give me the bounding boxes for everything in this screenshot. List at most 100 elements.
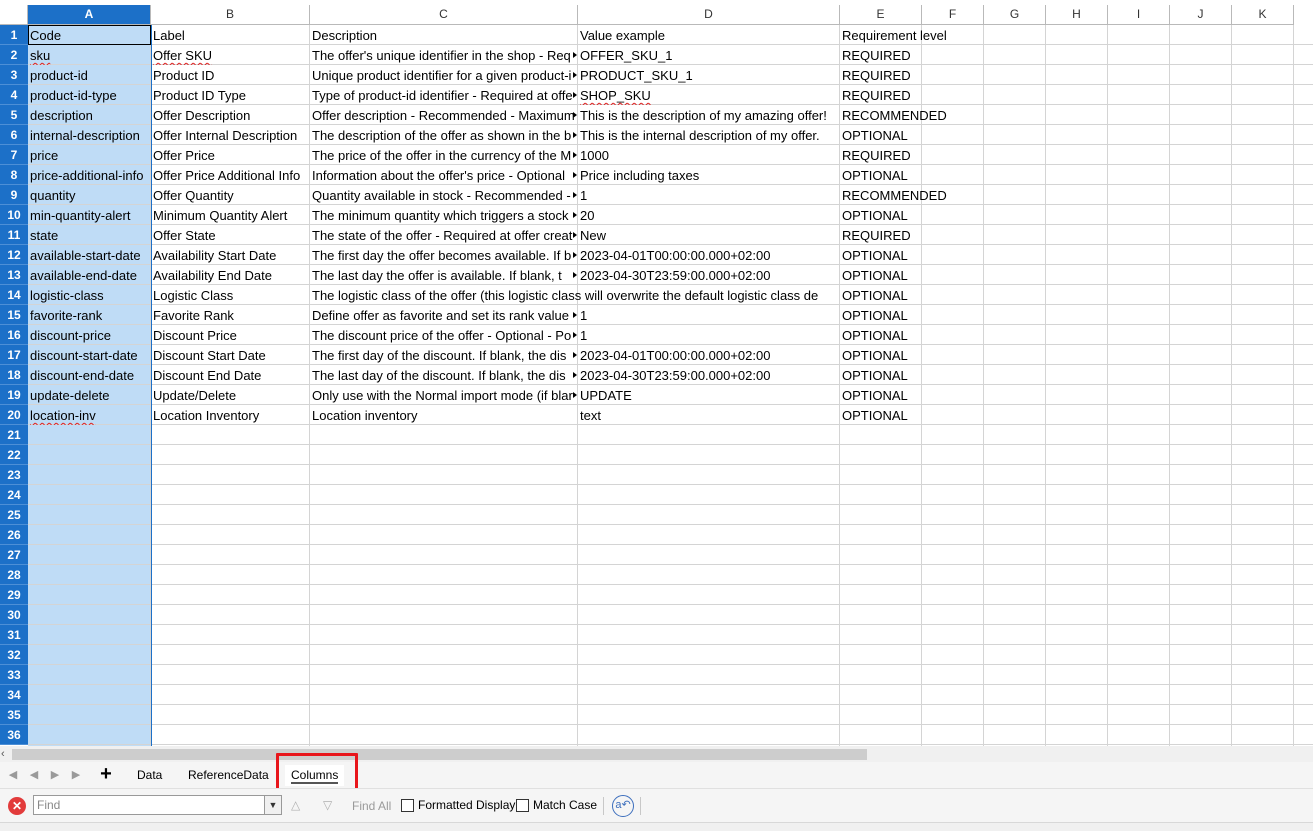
- row-header[interactable]: 18: [0, 365, 28, 385]
- table-cell[interactable]: Favorite Rank: [151, 305, 310, 325]
- column-header-c[interactable]: C: [310, 5, 578, 25]
- table-cell[interactable]: OPTIONAL: [840, 125, 922, 145]
- table-cell[interactable]: OPTIONAL: [840, 385, 922, 405]
- table-cell[interactable]: Discount Start Date: [151, 345, 310, 365]
- table-cell[interactable]: REQUIRED: [840, 225, 922, 245]
- table-cell[interactable]: Location Inventory: [151, 405, 310, 425]
- column-header-f[interactable]: F: [922, 5, 984, 25]
- sheet-tab-referencedata[interactable]: ReferenceData: [182, 765, 275, 786]
- table-cell[interactable]: Location inventory: [310, 405, 578, 425]
- table-cell[interactable]: The offer's unique identifier in the sho…: [310, 45, 578, 65]
- column-header-e[interactable]: E: [840, 5, 922, 25]
- table-cell[interactable]: discount-end-date: [28, 365, 151, 385]
- table-cell[interactable]: Define offer as favorite and set its ran…: [310, 305, 578, 325]
- table-cell[interactable]: Information about the offer's price - Op…: [310, 165, 578, 185]
- table-cell[interactable]: price: [28, 145, 151, 165]
- row-header[interactable]: 25: [0, 505, 28, 525]
- row-header[interactable]: 9: [0, 185, 28, 205]
- row-header[interactable]: 22: [0, 445, 28, 465]
- spreadsheet-grid[interactable]: A B C D E F G H I J K 1 2 3 4 5 6 7 8 9 10 11 12 13 14 15 16 17 18 19…: [0, 0, 1313, 746]
- table-cell[interactable]: This is the description of my amazing of…: [578, 105, 840, 125]
- table-cell[interactable]: description: [28, 105, 151, 125]
- table-cell[interactable]: The first day the offer becomes availabl…: [310, 245, 578, 265]
- table-cell[interactable]: sku: [28, 45, 151, 65]
- table-cell[interactable]: PRODUCT_SKU_1: [578, 65, 840, 85]
- row-header[interactable]: 29: [0, 585, 28, 605]
- row-header[interactable]: 4: [0, 85, 28, 105]
- table-cell[interactable]: OPTIONAL: [840, 285, 922, 305]
- table-cell[interactable]: available-start-date: [28, 245, 151, 265]
- table-cell[interactable]: price-additional-info: [28, 165, 151, 185]
- match-case-checkbox[interactable]: [516, 799, 529, 812]
- table-cell[interactable]: OPTIONAL: [840, 265, 922, 285]
- table-cell[interactable]: OPTIONAL: [840, 325, 922, 345]
- close-find-toolbar-icon[interactable]: ✕: [8, 797, 26, 815]
- scroll-left-icon[interactable]: ‹: [1, 747, 5, 761]
- table-cell[interactable]: REQUIRED: [840, 145, 922, 165]
- find-and-replace-icon[interactable]: a↶: [612, 795, 634, 817]
- table-cell[interactable]: Logistic Class: [151, 285, 310, 305]
- next-sheet-icon[interactable]: ▶: [46, 767, 64, 783]
- table-cell[interactable]: The description of the offer as shown in…: [310, 125, 578, 145]
- table-cell[interactable]: Offer Price Additional Info: [151, 165, 310, 185]
- row-header[interactable]: 14: [0, 285, 28, 305]
- table-cell[interactable]: 1: [578, 325, 840, 345]
- row-header[interactable]: 12: [0, 245, 28, 265]
- table-cell[interactable]: Discount End Date: [151, 365, 310, 385]
- column-header-j[interactable]: J: [1170, 5, 1232, 25]
- row-header[interactable]: 6: [0, 125, 28, 145]
- table-cell[interactable]: The first day of the discount. If blank,…: [310, 345, 578, 365]
- row-header[interactable]: 20: [0, 405, 28, 425]
- table-cell[interactable]: REQUIRED: [840, 85, 922, 105]
- table-cell[interactable]: Availability End Date: [151, 265, 310, 285]
- row-header[interactable]: 11: [0, 225, 28, 245]
- row-header[interactable]: 35: [0, 705, 28, 725]
- table-cell[interactable]: The minimum quantity which triggers a st…: [310, 205, 578, 225]
- last-sheet-icon[interactable]: ▶: [67, 767, 85, 783]
- table-cell[interactable]: 2023-04-01T00:00:00.000+02:00: [578, 345, 840, 365]
- row-header[interactable]: 28: [0, 565, 28, 585]
- column-header-h[interactable]: H: [1046, 5, 1108, 25]
- table-cell[interactable]: New: [578, 225, 840, 245]
- table-cell[interactable]: internal-description: [28, 125, 151, 145]
- table-cell[interactable]: RECOMMENDED: [840, 185, 947, 205]
- row-header[interactable]: 21: [0, 425, 28, 445]
- column-header-b[interactable]: B: [151, 5, 310, 25]
- row-header[interactable]: 36: [0, 725, 28, 745]
- table-cell[interactable]: discount-start-date: [28, 345, 151, 365]
- table-cell[interactable]: OPTIONAL: [840, 245, 922, 265]
- table-cell[interactable]: Label: [151, 25, 310, 45]
- table-cell[interactable]: favorite-rank: [28, 305, 151, 325]
- table-cell[interactable]: Requirement level: [840, 25, 947, 45]
- table-cell[interactable]: Product ID: [151, 65, 310, 85]
- table-cell[interactable]: location-inv: [28, 405, 151, 425]
- find-history-dropdown-icon[interactable]: ▼: [265, 795, 282, 815]
- table-cell[interactable]: Product ID Type: [151, 85, 310, 105]
- column-header-g[interactable]: G: [984, 5, 1046, 25]
- row-header[interactable]: 5: [0, 105, 28, 125]
- table-cell[interactable]: The price of the offer in the currency o…: [310, 145, 578, 165]
- row-header[interactable]: 2: [0, 45, 28, 65]
- table-cell[interactable]: 2023-04-01T00:00:00.000+02:00: [578, 245, 840, 265]
- row-header[interactable]: 10: [0, 205, 28, 225]
- table-cell[interactable]: Price including taxes: [578, 165, 840, 185]
- table-cell[interactable]: OPTIONAL: [840, 365, 922, 385]
- table-cell[interactable]: 2023-04-30T23:59:00.000+02:00: [578, 365, 840, 385]
- row-header[interactable]: 26: [0, 525, 28, 545]
- add-sheet-button[interactable]: +: [97, 764, 115, 784]
- table-cell[interactable]: OPTIONAL: [840, 165, 922, 185]
- table-cell[interactable]: Code: [28, 25, 151, 45]
- table-cell[interactable]: 1: [578, 185, 840, 205]
- table-cell[interactable]: The state of the offer - Required at off…: [310, 225, 578, 245]
- table-cell[interactable]: 1000: [578, 145, 840, 165]
- column-header-a[interactable]: A: [28, 5, 151, 25]
- row-header[interactable]: 27: [0, 545, 28, 565]
- table-cell[interactable]: logistic-class: [28, 285, 151, 305]
- table-cell[interactable]: The last day of the discount. If blank, …: [310, 365, 578, 385]
- find-next-icon[interactable]: ▽: [323, 798, 332, 812]
- table-cell[interactable]: Unique product identifier for a given pr…: [310, 65, 578, 85]
- table-cell[interactable]: Value example: [578, 25, 840, 45]
- row-header[interactable]: 30: [0, 605, 28, 625]
- table-cell[interactable]: Offer SKU: [151, 45, 310, 65]
- table-cell[interactable]: min-quantity-alert: [28, 205, 151, 225]
